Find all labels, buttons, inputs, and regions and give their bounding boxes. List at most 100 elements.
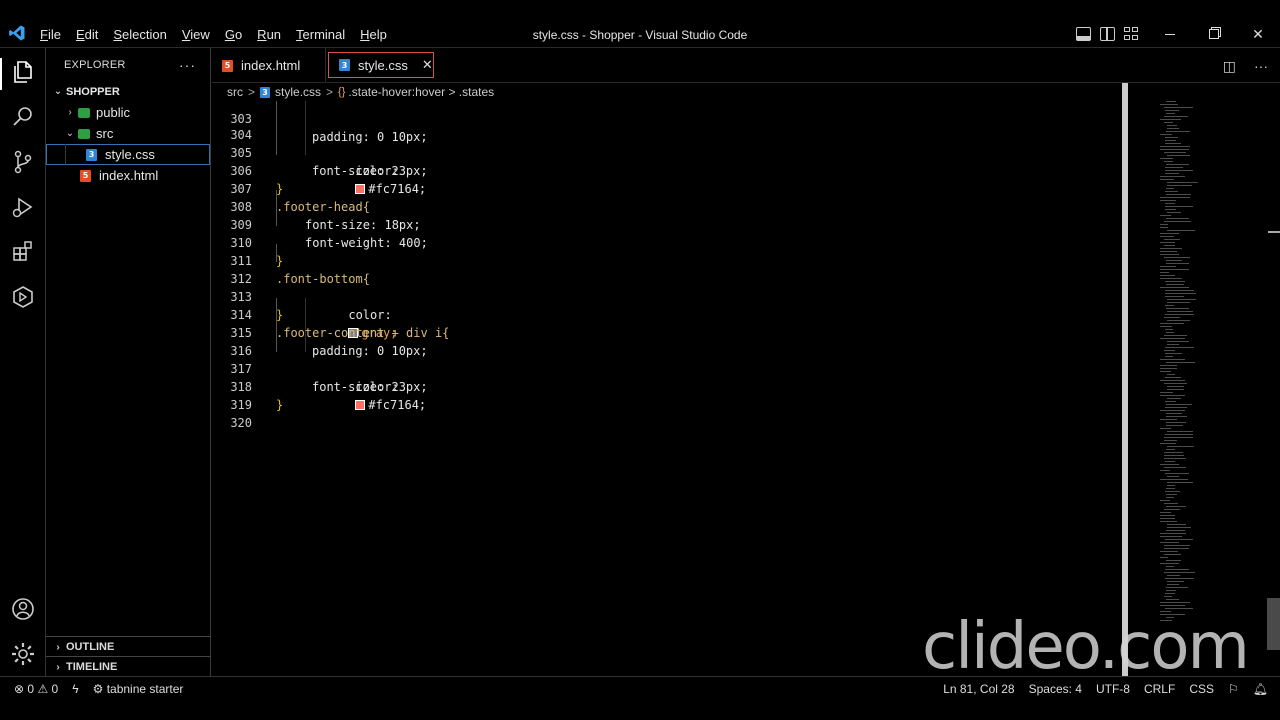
minimap-line: [1160, 512, 1171, 513]
tree-item-public[interactable]: › public: [46, 102, 210, 123]
minimap-line: [1167, 527, 1191, 528]
minimap-line: [1166, 131, 1190, 132]
minimap-line: [1167, 584, 1179, 585]
minimap-line: [1160, 359, 1185, 360]
minimap-line: [1165, 377, 1181, 378]
vertical-scrollbar-thumb[interactable]: [1267, 598, 1280, 650]
close-window-button[interactable]: ✕: [1236, 24, 1280, 44]
minimap-line: [1160, 500, 1170, 501]
code-line: 316 color: #fc7164;: [212, 324, 1162, 412]
minimap-line: [1160, 197, 1190, 198]
extensions-icon[interactable]: [9, 238, 37, 266]
end-of-line[interactable]: CRLF: [1144, 682, 1175, 696]
minimap-line: [1165, 473, 1189, 474]
minimap-line: [1165, 170, 1193, 171]
minimize-button[interactable]: [1148, 24, 1192, 44]
minimap-line: [1160, 200, 1176, 201]
minimap-line: [1164, 257, 1190, 258]
close-tab-icon[interactable]: ✕: [422, 57, 433, 73]
feedback-icon[interactable]: ⚐: [1228, 682, 1239, 696]
breadcrumb: src > 3 style.css > {} .state-hover:hove…: [212, 83, 1280, 101]
minimap-line: [1166, 497, 1174, 498]
minimap-line: [1160, 410, 1185, 411]
breadcrumb-file[interactable]: style.css: [275, 85, 321, 99]
timeline-section[interactable]: › TIMELINE: [46, 656, 211, 677]
active-indicator: [0, 58, 2, 90]
tabnine-status[interactable]: ⚙ tabnine starter: [93, 682, 184, 696]
tab-index-html[interactable]: 5 index.html: [212, 48, 326, 83]
explorer-sidebar: EXPLORER ··· ⌄ SHOPPER › public ⌄ src 3 …: [46, 48, 211, 676]
error-icon: ⊗: [14, 681, 25, 696]
minimap-line: [1164, 161, 1173, 162]
minimap-line: [1165, 173, 1179, 174]
status-bar: ⊗ 0 ⚠ 0 ϟ ⚙ tabnine starter Ln 81, Col 2…: [0, 676, 1280, 700]
toggle-panel-icon[interactable]: [1076, 27, 1091, 41]
minimap-line: [1160, 464, 1179, 465]
tree-item-src[interactable]: ⌄ src: [46, 123, 210, 144]
encoding[interactable]: UTF-8: [1096, 682, 1130, 696]
minimap-line: [1166, 413, 1182, 414]
editor-tabs: 5 index.html 3 style.css ✕ ◫ ···: [212, 48, 1280, 83]
source-control-icon[interactable]: [9, 148, 37, 176]
tree-item-style-css[interactable]: 3 style.css: [46, 144, 210, 165]
symbol-selector-icon: {}: [338, 86, 346, 98]
indentation[interactable]: Spaces: 4: [1029, 682, 1082, 696]
css-file-icon: 3: [260, 86, 271, 98]
minimap-line: [1160, 518, 1175, 519]
minimap-line: [1166, 599, 1179, 600]
language-mode[interactable]: CSS: [1189, 682, 1214, 696]
minimap-line: [1160, 233, 1179, 234]
more-actions-icon[interactable]: ···: [1254, 58, 1268, 75]
minimap-line: [1167, 476, 1179, 477]
minimap-line: [1167, 431, 1193, 432]
minimap-line: [1167, 155, 1190, 156]
minimap-line: [1164, 335, 1187, 336]
customize-layout-icon[interactable]: [1124, 27, 1139, 41]
minimap-line: [1160, 278, 1182, 279]
minimap-line: [1160, 326, 1172, 327]
breadcrumb-folder[interactable]: src: [227, 85, 243, 99]
outline-section[interactable]: › OUTLINE: [46, 636, 211, 657]
remote-explorer-icon[interactable]: [9, 283, 37, 311]
minimap[interactable]: [1160, 101, 1250, 621]
more-actions-icon[interactable]: ···: [179, 57, 196, 73]
minimap-line: [1160, 176, 1185, 177]
cursor-position[interactable]: Ln 81, Col 28: [943, 682, 1014, 696]
minimap-line: [1166, 566, 1174, 567]
tree-item-index-html[interactable]: 5 index.html: [46, 165, 210, 186]
bottom-strip: [0, 700, 1280, 720]
toggle-secondary-sidebar-icon[interactable]: [1100, 27, 1115, 41]
minimap-line: [1165, 353, 1182, 354]
lightning-icon[interactable]: ϟ: [72, 682, 78, 696]
minimap-line: [1165, 137, 1178, 138]
minimap-line: [1160, 470, 1170, 471]
search-icon[interactable]: [9, 103, 37, 131]
restore-icon: [1209, 29, 1219, 39]
minimap-line: [1160, 215, 1171, 216]
code-line: 318 }: [212, 360, 1162, 412]
settings-gear-icon[interactable]: [9, 640, 37, 668]
workspace-root-label: SHOPPER: [66, 85, 120, 98]
html-file-icon: 5: [80, 169, 91, 182]
minimap-line: [1166, 587, 1188, 588]
code-line: 304 color: #fc7164;: [212, 108, 1162, 196]
accounts-icon[interactable]: [9, 595, 37, 623]
minimap-line: [1160, 251, 1177, 252]
minimap-line: [1160, 542, 1179, 543]
breadcrumb-symbol[interactable]: .state-hover:hover > .states: [348, 85, 494, 99]
folder-open-icon: [78, 128, 90, 139]
indent-guide: [65, 144, 66, 165]
minimap-line: [1160, 146, 1190, 147]
workspace-root[interactable]: ⌄ SHOPPER: [46, 81, 210, 102]
minimap-line: [1165, 401, 1176, 402]
problems-indicator[interactable]: ⊗ 0 ⚠ 0: [14, 682, 58, 696]
tab-style-css[interactable]: 3 style.css ✕: [328, 52, 434, 78]
split-editor-icon[interactable]: ◫: [1223, 58, 1236, 75]
notifications-bell-icon[interactable]: 🔔︎: [1253, 682, 1268, 696]
minimap-line: [1165, 293, 1196, 294]
run-debug-icon[interactable]: [9, 193, 37, 221]
minimap-line: [1160, 479, 1188, 480]
code-editor[interactable]: 303 padding: 0 10px; 304 color: #fc7164;…: [212, 101, 1280, 676]
restore-button[interactable]: [1192, 24, 1236, 44]
explorer-icon[interactable]: [9, 58, 37, 86]
